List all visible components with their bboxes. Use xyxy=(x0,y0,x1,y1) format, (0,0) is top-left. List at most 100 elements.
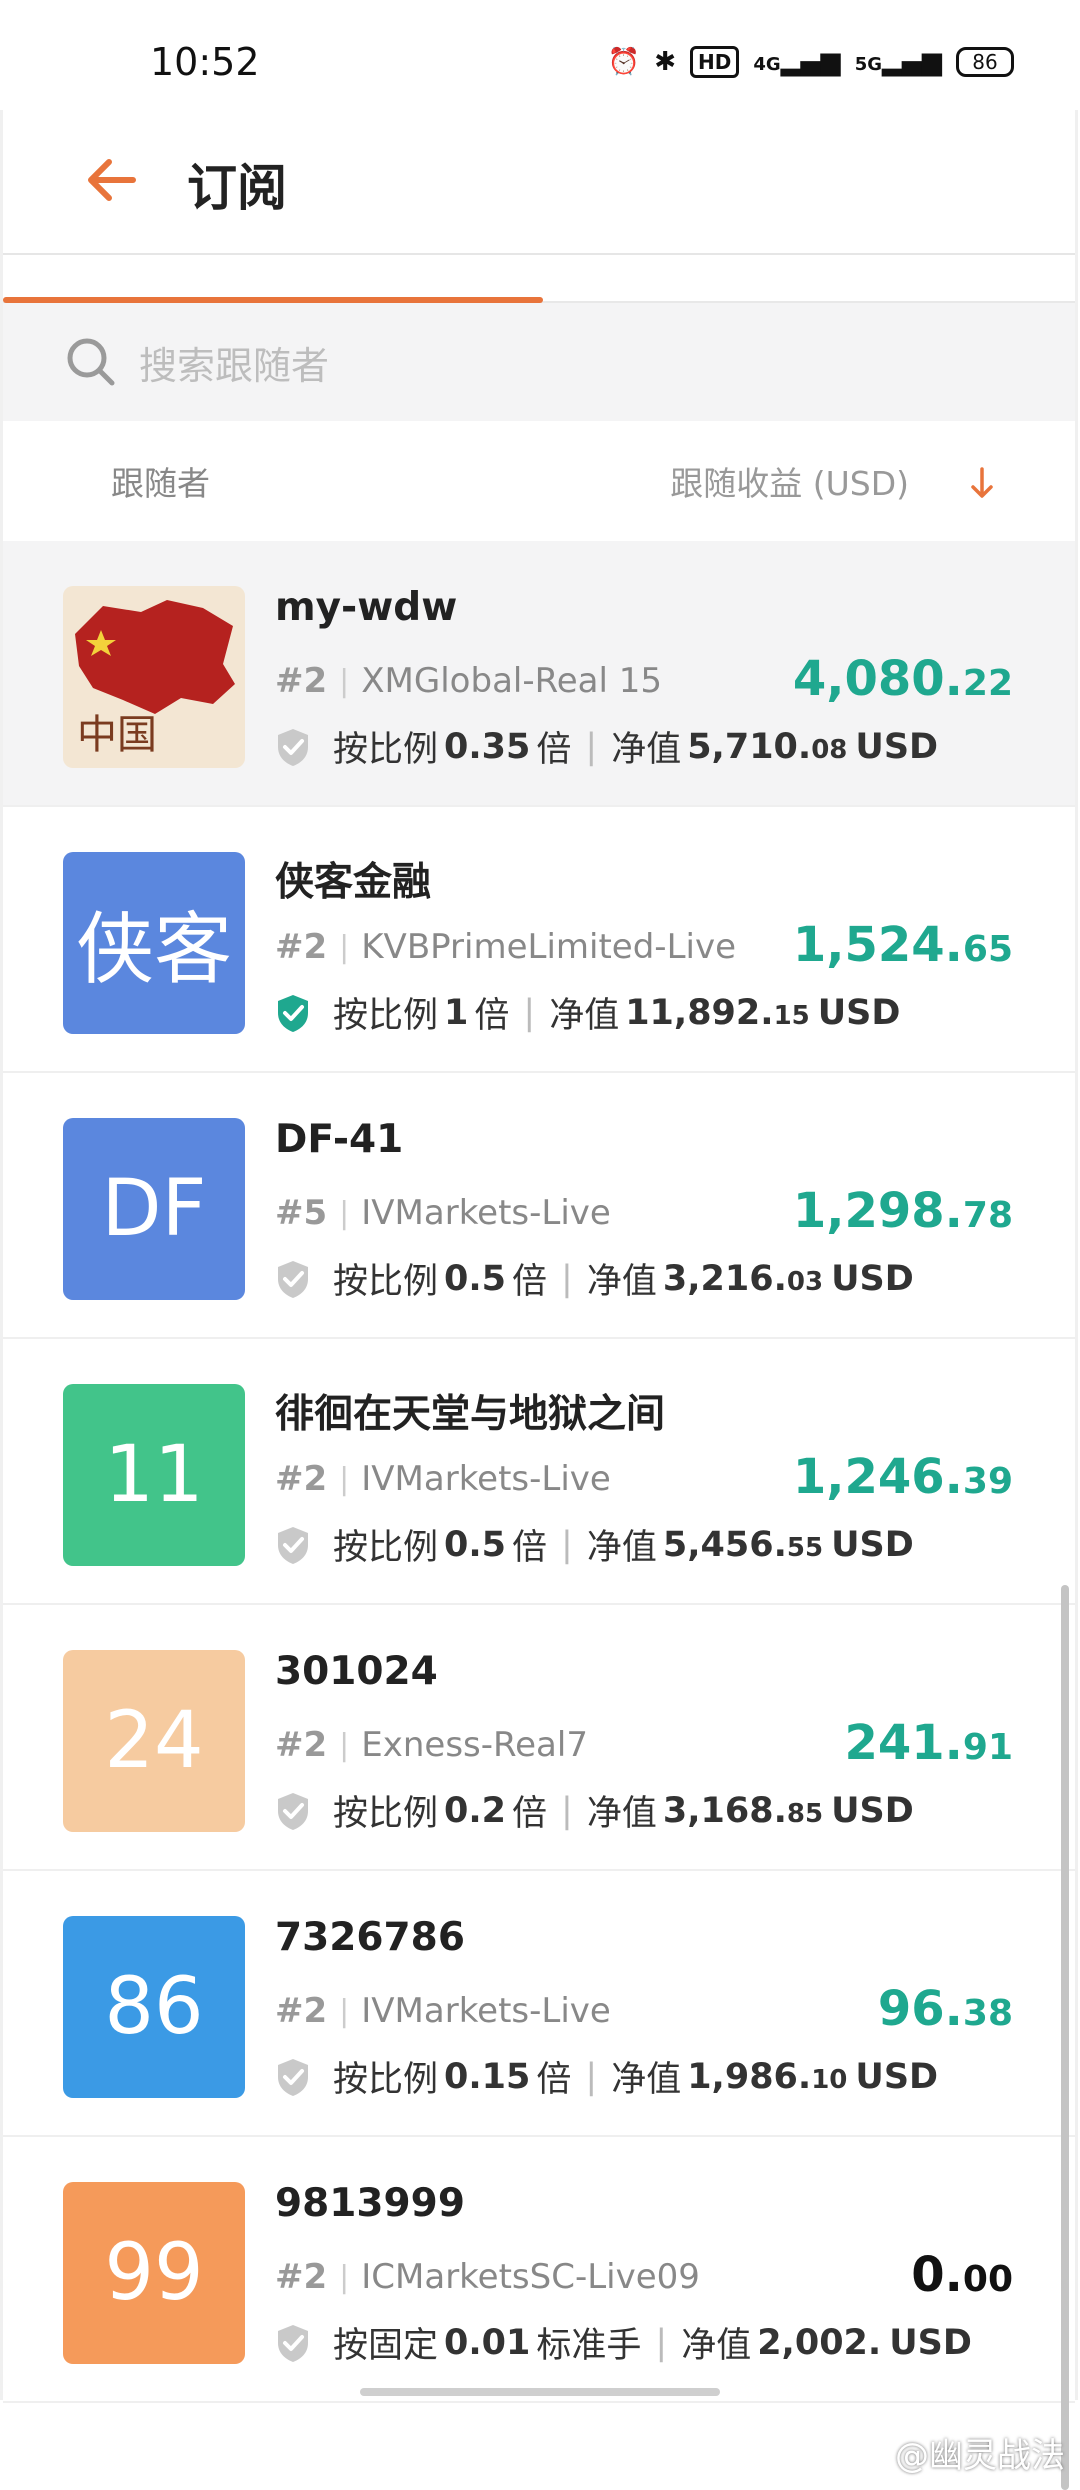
follower-name: 徘徊在天堂与地狱之间 xyxy=(275,1392,666,1437)
follow-profit: 1,298.78 xyxy=(793,1183,1013,1239)
equity-value: 5,710.08 xyxy=(687,727,847,767)
equity-decimal: 08 xyxy=(811,734,848,765)
status-bar: 10:52 ⏰ ✱ HD 4G▂▄▆ 5G▂▄▆ 86 xyxy=(0,0,1080,110)
list-item[interactable]: 中国 my-wdw #2 | XMGlobal-Real 15 按比例 0.35… xyxy=(3,541,1075,807)
shield-icon xyxy=(278,1526,308,1564)
profit-decimal: 78 xyxy=(962,1195,1013,1236)
account-meta: #2 | Exness-Real7 xyxy=(275,1725,588,1765)
list-item[interactable]: 99 9813999 #2 | ICMarketsSC-Live09 按固定 0… xyxy=(3,2137,1075,2403)
profit-int: 1,524. xyxy=(792,917,963,973)
mode-label: 按固定 xyxy=(333,2326,439,2366)
avatar-label: 24 xyxy=(104,1696,204,1786)
equity-int: 3,168. xyxy=(662,1790,787,1831)
divider: | xyxy=(339,663,350,699)
status-icons: ⏰ ✱ HD 4G▂▄▆ 5G▂▄▆ 86 xyxy=(608,46,1014,78)
equity-value: 2,002. xyxy=(757,2323,881,2363)
shield-icon xyxy=(278,2058,308,2096)
avatar[interactable]: 侠客 xyxy=(63,852,245,1034)
column-profit-sort[interactable]: 跟随收益 (USD) xyxy=(670,457,909,505)
equity-int: 5,710. xyxy=(687,726,812,767)
rank-label: #2 xyxy=(275,2257,328,2297)
equity-label: 净值 xyxy=(586,1794,657,1834)
divider: | xyxy=(523,992,536,1033)
mode-label: 按比例 xyxy=(333,1528,439,1568)
shield-icon xyxy=(278,1260,308,1298)
mode-value: 0.35 xyxy=(444,726,531,767)
divider: | xyxy=(339,1993,350,2029)
list-item[interactable]: DF DF-41 #5 | IVMarkets-Live 按比例 0.5 倍 |… xyxy=(3,1073,1075,1339)
mode-label: 按比例 xyxy=(333,1794,439,1834)
home-indicator[interactable] xyxy=(360,2388,720,2396)
follow-profit: 0.00 xyxy=(911,2247,1013,2303)
account-meta: #2 | KVBPrimeLimited-Live xyxy=(275,927,736,967)
account-meta: #5 | IVMarkets-Live xyxy=(275,1193,611,1233)
follower-name: 301024 xyxy=(275,1649,438,1694)
avatar[interactable]: 11 xyxy=(63,1384,245,1566)
shield-icon xyxy=(278,728,308,766)
equity-value: 11,892.15 xyxy=(625,993,810,1033)
rank-label: #2 xyxy=(275,927,328,967)
list-item[interactable]: 24 301024 #2 | Exness-Real7 按比例 0.2 倍 | … xyxy=(3,1605,1075,1871)
equity-currency: USD xyxy=(817,992,901,1033)
copy-info: 按比例 0.2 倍 | 净值 3,168.85 USD xyxy=(275,1785,914,1836)
follow-profit: 1,524.65 xyxy=(793,917,1013,973)
follower-name: 9813999 xyxy=(275,2181,465,2226)
avatar-label: 中国 xyxy=(77,712,157,758)
rank-label: #2 xyxy=(275,1459,328,1499)
avatar[interactable]: DF xyxy=(63,1118,245,1300)
mode-value: 0.5 xyxy=(444,1258,507,1299)
profit-decimal: 00 xyxy=(962,2259,1013,2300)
equity-int: 2,002. xyxy=(757,2322,882,2363)
search-input[interactable]: 搜索跟随者 xyxy=(139,335,329,390)
hd-badge: HD xyxy=(690,46,740,78)
account-meta: #2 | ICMarketsSC-Live09 xyxy=(275,2257,700,2297)
equity-label: 净值 xyxy=(611,730,682,770)
rank-label: #2 xyxy=(275,661,328,701)
rank-label: #5 xyxy=(275,1193,328,1233)
sort-down-arrow-icon[interactable] xyxy=(967,463,997,503)
equity-int: 1,986. xyxy=(687,2056,812,2097)
list-item[interactable]: 侠客 侠客金融 #2 | KVBPrimeLimited-Live 按比例 1 … xyxy=(3,807,1075,1073)
equity-int: 11,892. xyxy=(625,992,774,1033)
mode-label: 按比例 xyxy=(333,996,439,1036)
page-title: 订阅 xyxy=(187,159,287,217)
back-arrow-icon[interactable] xyxy=(81,150,141,210)
avatar[interactable]: 99 xyxy=(63,2182,245,2364)
equity-label: 净值 xyxy=(549,996,620,1036)
mode-value: 1 xyxy=(444,992,469,1033)
tab-strip xyxy=(3,255,1075,303)
avatar-label: 11 xyxy=(104,1430,204,1520)
search-bar[interactable]: 搜索跟随者 xyxy=(3,303,1075,421)
follow-profit: 4,080.22 xyxy=(793,651,1013,707)
avatar[interactable]: 中国 xyxy=(63,586,245,768)
avatar[interactable]: 24 xyxy=(63,1650,245,1832)
china-map-icon: 中国 xyxy=(75,600,235,758)
signal-5g-icon: 5G▂▄▆ xyxy=(854,47,942,77)
equity-decimal: 85 xyxy=(786,1798,824,1829)
equity-currency: USD xyxy=(831,1790,914,1831)
list-item[interactable]: 11 徘徊在天堂与地狱之间 #2 | IVMarkets-Live 按比例 0.… xyxy=(3,1339,1075,1605)
profit-int: 241. xyxy=(844,1715,963,1771)
equity-value: 1,986.10 xyxy=(687,2057,847,2097)
follower-name: 7326786 xyxy=(275,1915,465,1960)
search-icon xyxy=(67,338,115,386)
mode-unit: 倍 xyxy=(474,996,510,1036)
list-item[interactable]: 86 7326786 #2 | IVMarkets-Live 按比例 0.15 … xyxy=(3,1871,1075,2137)
avatar[interactable]: 86 xyxy=(63,1916,245,2098)
equity-decimal: 55 xyxy=(786,1532,824,1563)
mode-unit: 倍 xyxy=(512,1262,548,1302)
avatar-label: 86 xyxy=(104,1962,204,2052)
scrollbar[interactable] xyxy=(1061,1585,1069,2490)
shield-icon xyxy=(278,2324,308,2362)
follow-profit: 1,246.39 xyxy=(793,1449,1013,1505)
follower-name: 侠客金融 xyxy=(275,860,432,905)
signal-4g-label: 4G xyxy=(753,54,781,75)
mode-label: 按比例 xyxy=(333,2060,439,2100)
equity-decimal: 15 xyxy=(773,1000,810,1031)
server-label: KVBPrimeLimited-Live xyxy=(361,927,736,967)
profit-int: 1,298. xyxy=(792,1183,963,1239)
column-follower: 跟随者 xyxy=(111,464,210,503)
divider: | xyxy=(585,726,598,767)
status-time: 10:52 xyxy=(150,40,260,84)
equity-value: 5,456.55 xyxy=(663,1525,823,1565)
